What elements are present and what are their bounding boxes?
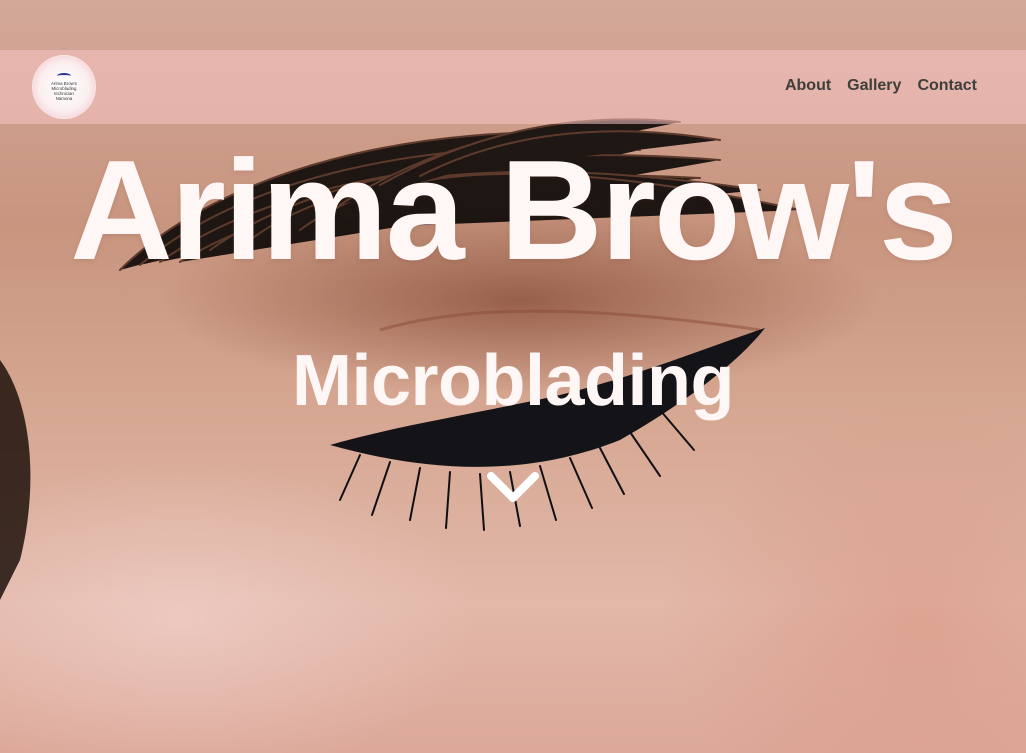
nav-link-gallery[interactable]: Gallery [847,77,901,95]
nav-link-about[interactable]: About [785,77,831,95]
site-logo[interactable]: Arima Brow's Microblading technician Nam… [33,56,95,118]
chevron-down-icon [487,472,539,502]
nav-link-contact[interactable]: Contact [917,77,977,95]
main-nav: About Gallery Contact [785,77,977,95]
hero-subtitle: Microblading [292,341,735,421]
hero-title: Arima Brow's [70,131,958,290]
scroll-down-button[interactable] [483,462,543,512]
logo-text: Arima Brow's Microblading technician Nam… [51,80,77,102]
eyebrow-logo-icon [57,72,71,79]
